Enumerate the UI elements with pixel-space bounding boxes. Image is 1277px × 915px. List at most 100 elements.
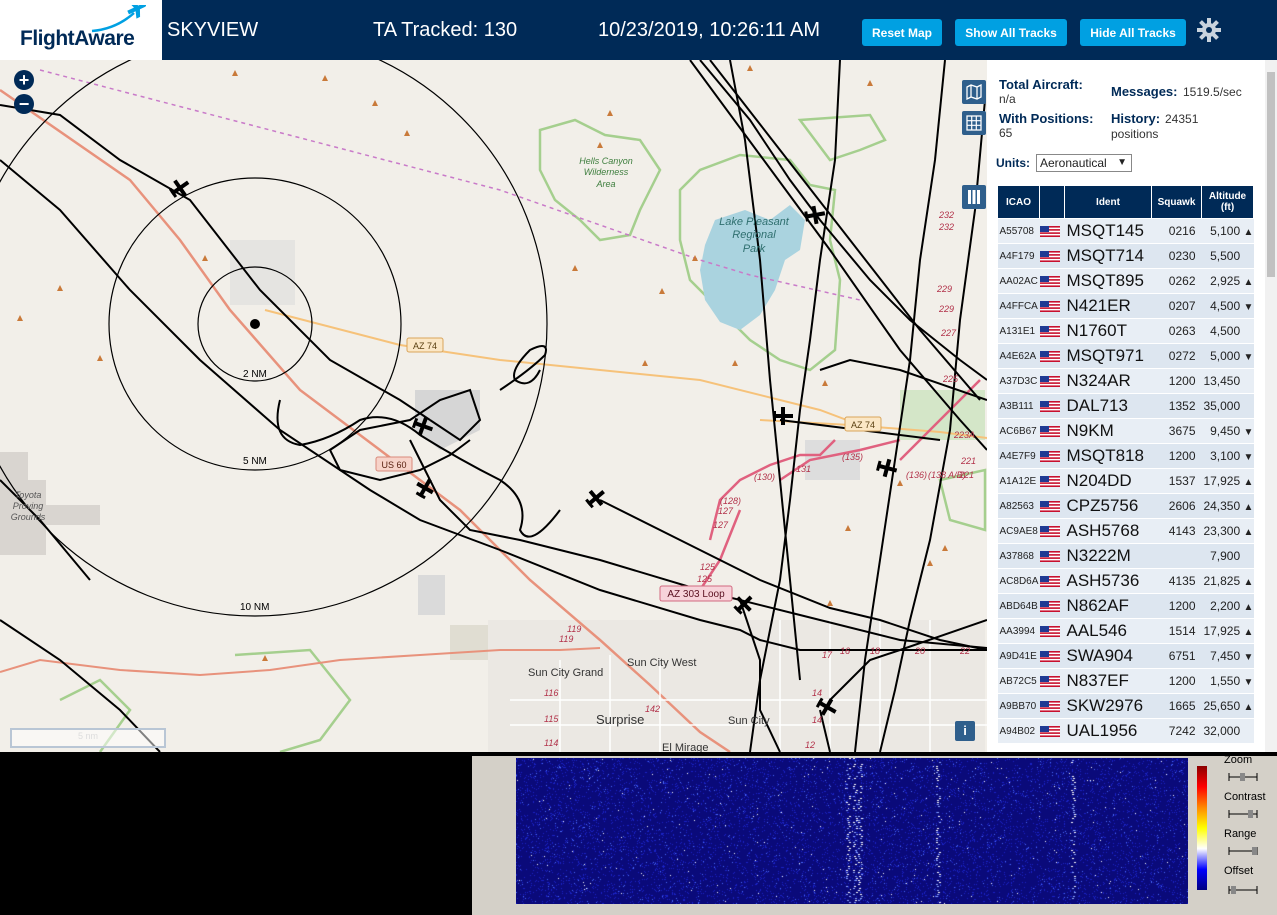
flag-cell [1039,218,1065,244]
table-row[interactable]: AB72C5 N837EF 1200 1,550 ▼ [997,668,1254,694]
ident-cell: MSQT895 [1064,268,1152,294]
table-row[interactable]: A55708 MSQT145 0216 5,100 ▲ [997,218,1254,244]
squawk-cell: 3675 [1151,418,1202,444]
altitude-trend-icon: ▼ [1243,352,1254,363]
svg-text:114: 114 [544,738,558,748]
icao-cell: A9BB70 [997,693,1040,719]
table-row[interactable]: A4E62A MSQT971 0272 5,000 ▼ [997,343,1254,369]
flag-cell [1039,568,1065,594]
col-altitude-header[interactable]: Altitude (ft) [1201,185,1254,219]
col-ident-header[interactable]: Ident [1064,185,1152,219]
az74-shield-label: AZ 74 [413,341,437,351]
svg-text:229: 229 [938,304,954,314]
altitude-trend-icon: ▼ [1243,452,1254,463]
altitude-cell: 5,000 ▼ [1201,343,1254,369]
svg-text:17: 17 [822,650,833,660]
sidebar-scrollbar[interactable] [1265,60,1277,752]
flag-cell [1039,668,1065,694]
table-row[interactable]: AA3994 AAL546 1514 17,925 ▲ [997,618,1254,644]
column-toggle-button[interactable] [962,185,986,209]
az303-shield-label: AZ 303 Loop [667,589,725,600]
table-row[interactable]: AC6B67 N9KM 3675 9,450 ▼ [997,418,1254,444]
table-row[interactable]: A4F179 MSQT714 0230 5,500 [997,243,1254,269]
squawk-cell [1151,543,1202,569]
squawk-cell: 1200 [1151,668,1202,694]
table-row[interactable]: A4E7F9 MSQT818 1200 3,100 ▼ [997,443,1254,469]
ident-cell: ASH5736 [1064,568,1152,594]
table-row[interactable]: A131E1 N1760T 0263 4,500 [997,318,1254,344]
flightaware-logo[interactable]: FlightAware [0,0,162,60]
col-squawk-header[interactable]: Squawk [1151,185,1202,219]
hide-all-tracks-button[interactable]: Hide All Tracks [1080,19,1186,46]
gear-icon[interactable] [1196,17,1222,43]
svg-text:116: 116 [544,688,558,698]
table-row[interactable]: A1A12E N204DD 1537 17,925 ▲ [997,468,1254,494]
squawk-cell: 0216 [1151,218,1202,244]
scale-label: 5 nm [77,731,98,741]
altitude-trend-icon: ▼ [1243,652,1254,663]
table-row[interactable]: A3B111 DAL713 1352 35,000 [997,393,1254,419]
table-row[interactable]: A37868 N3222M 7,900 [997,543,1254,569]
table-row[interactable]: ABD64B N862AF 1200 2,200 ▲ [997,593,1254,619]
ident-cell: UAL1956 [1064,718,1152,744]
us-flag-icon [1039,425,1060,437]
altitude-cell: 25,650 ▲ [1201,693,1254,719]
table-row[interactable]: A82563 CPZ5756 2606 24,350 ▲ [997,493,1254,519]
units-select-value: Aeronautical [1040,156,1107,170]
map-view[interactable]: 2 NM 5 NM 10 NM AZ 74 AZ 74 US 60 AZ 303… [0,60,987,752]
aircraft-table-body: A55708 MSQT145 0216 5,100 ▲ A4F179 MSQT714 023… [997,218,1254,744]
grid-toggle-button[interactable] [962,111,986,135]
squawk-cell: 1537 [1151,468,1202,494]
us-flag-icon [1039,300,1060,312]
altitude-cell: 32,000 [1201,718,1254,744]
info-button[interactable]: i [955,721,975,741]
reset-map-button[interactable]: Reset Map [862,19,942,46]
flag-cell [1039,643,1065,669]
table-row[interactable]: AC9AE8 ASH5768 4143 23,300 ▲ [997,518,1254,544]
show-all-tracks-button[interactable]: Show All Tracks [955,19,1067,46]
map-layers-button[interactable] [962,80,986,104]
altitude-value: 32,000 [1203,724,1241,738]
flag-cell [1039,293,1065,319]
contrast-slider[interactable] [1228,809,1258,819]
icao-cell: A4F179 [997,243,1040,269]
table-row[interactable]: A94B02 UAL1956 7242 32,000 [997,718,1254,744]
svg-text:125: 125 [697,574,713,584]
svg-text:125: 125 [700,562,716,572]
ident-cell: SWA904 [1064,643,1152,669]
zoom-slider[interactable] [1228,772,1258,782]
table-row[interactable]: A9D41E SWA904 6751 7,450 ▼ [997,643,1254,669]
altitude-trend-icon: ▼ [1243,677,1254,688]
icao-cell: AC6B67 [997,418,1040,444]
svg-text:227: 227 [940,328,957,338]
table-row[interactable]: AA02AC MSQT895 0262 2,925 ▲ [997,268,1254,294]
table-row[interactable]: A4FFCA N421ER 0207 4,500 ▼ [997,293,1254,319]
svg-text:(128): (128) [720,496,741,506]
us-flag-icon [1039,325,1060,337]
us-flag-icon [1039,575,1060,587]
offset-slider[interactable] [1228,885,1258,895]
col-icao-header[interactable]: ICAO [997,185,1040,219]
waterfall-spectrogram[interactable] [516,758,1188,904]
altitude-trend-icon: ▲ [1243,627,1254,638]
zoom-in-button[interactable]: + [14,70,34,90]
flag-cell [1039,343,1065,369]
receiver-location [250,319,260,329]
altitude-value: 7,450 [1210,649,1241,663]
scrollbar-thumb[interactable] [1267,72,1275,277]
units-select[interactable]: Aeronautical ▼ [1036,154,1132,172]
col-flag-header[interactable] [1039,185,1065,219]
flag-cell [1039,318,1065,344]
flag-cell [1039,718,1065,744]
table-row[interactable]: A37D3C N324AR 1200 13,450 [997,368,1254,394]
zoom-out-button[interactable]: − [14,94,34,114]
altitude-cell: 7,900 [1201,543,1254,569]
contrast-label: Contrast [1224,791,1266,803]
us-flag-icon [1039,700,1060,712]
altitude-value: 13,450 [1203,374,1241,388]
ident-cell: N837EF [1064,668,1152,694]
map-canvas[interactable]: 2 NM 5 NM 10 NM AZ 74 AZ 74 US 60 AZ 303… [0,60,987,752]
table-row[interactable]: A9BB70 SKW2976 1665 25,650 ▲ [997,693,1254,719]
range-slider[interactable] [1228,846,1258,856]
table-row[interactable]: AC8D6A ASH5736 4135 21,825 ▲ [997,568,1254,594]
